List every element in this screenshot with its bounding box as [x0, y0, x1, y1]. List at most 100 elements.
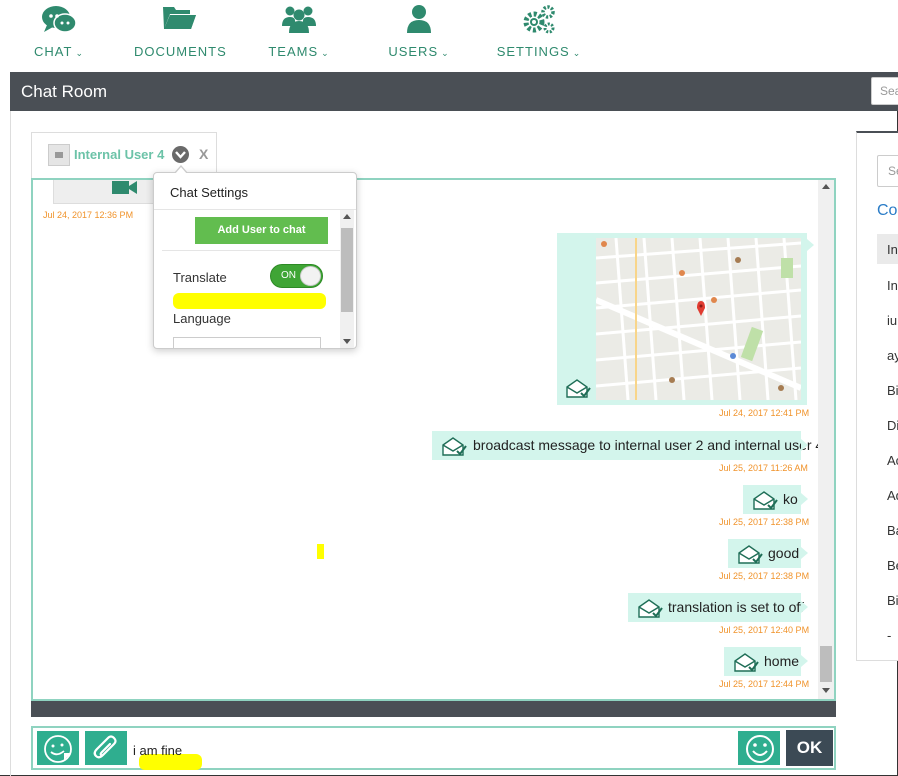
map-thumbnail[interactable]	[596, 238, 801, 400]
chat-footer-bar	[31, 701, 836, 717]
nav-chat-label: CHAT	[34, 44, 73, 59]
scroll-down-arrow[interactable]	[343, 339, 351, 344]
message-bubble[interactable]: ko	[743, 485, 808, 514]
contacts-panel: Se Co In In iu ay Bi Di Ac Ad Ba Be Bi -	[856, 131, 898, 661]
chat-bubbles-icon	[41, 4, 77, 41]
message-bubble[interactable]: broadcast message to internal user 2 and…	[432, 431, 823, 460]
contact-item[interactable]: ay	[877, 340, 898, 370]
envelope-check-icon	[733, 653, 759, 675]
popover-scrollbar[interactable]	[340, 210, 354, 348]
message-composer: OK	[31, 726, 836, 770]
contact-item[interactable]: Ac	[877, 445, 898, 475]
envelope-check-icon	[565, 379, 591, 403]
chevron-down-icon	[175, 151, 186, 159]
message-timestamp: Jul 24, 2017 12:41 PM	[719, 408, 810, 418]
send-button[interactable]: OK	[786, 730, 833, 766]
folder-open-icon	[163, 4, 197, 37]
contact-item[interactable]: Bi	[877, 585, 898, 615]
translate-label: Translate	[173, 270, 227, 285]
scroll-down-arrow[interactable]	[822, 688, 830, 693]
chat-room-header: Chat Room Sea	[10, 72, 898, 111]
nav-chat[interactable]: CHAT ⌄	[22, 0, 96, 72]
nav-teams[interactable]: TEAMS ⌄	[263, 0, 335, 72]
envelope-check-icon	[752, 491, 778, 513]
chat-messages-area[interactable]: Jul 24, 2017 12:36 PM Jul 24, 2017 12:41…	[31, 178, 836, 701]
contact-item[interactable]: Di	[877, 410, 898, 440]
sticker-icon	[44, 735, 72, 763]
message-input[interactable]	[133, 730, 733, 766]
message-text: ko	[783, 491, 798, 507]
scroll-up-arrow[interactable]	[343, 214, 351, 219]
envelope-check-icon	[441, 437, 467, 459]
nav-users[interactable]: USERS ⌄	[385, 0, 453, 72]
chat-settings-toggle[interactable]	[172, 146, 189, 163]
chat-scrollbar[interactable]	[818, 180, 834, 699]
highlight-mark	[317, 544, 324, 559]
popover-title: Chat Settings	[170, 185, 249, 200]
divider	[162, 250, 340, 251]
divider	[10, 111, 11, 776]
nav-settings[interactable]: SETTINGS ⌄	[496, 0, 582, 72]
toggle-knob[interactable]	[300, 266, 321, 286]
nav-documents-label: DOCUMENTS	[134, 44, 227, 59]
message-text: home	[764, 653, 800, 669]
contact-item[interactable]: In	[877, 234, 898, 264]
smiley-icon	[746, 735, 774, 763]
language-label: Language	[173, 311, 231, 326]
scroll-thumb[interactable]	[820, 646, 832, 682]
contact-item[interactable]: Ad	[877, 480, 898, 510]
paperclip-icon	[93, 735, 117, 759]
chevron-down-icon: ⌄	[572, 48, 582, 58]
contact-item[interactable]: Bi	[877, 375, 898, 405]
scroll-up-arrow[interactable]	[822, 184, 830, 189]
message-bubble[interactable]: translation is set to off	[628, 593, 808, 622]
message-bubble[interactable]: home	[724, 647, 808, 676]
nav-documents[interactable]: DOCUMENTS	[134, 0, 226, 72]
message-text: translation is set to off	[668, 599, 804, 615]
team-icon	[282, 4, 316, 39]
divider	[154, 209, 356, 210]
add-user-button[interactable]: Add User to chat	[195, 217, 328, 244]
message-timestamp: Jul 25, 2017 12:44 PM	[719, 679, 810, 689]
message-timestamp: Jul 25, 2017 12:40 PM	[719, 625, 810, 635]
sticker-button[interactable]	[36, 730, 80, 766]
contact-item[interactable]: -	[877, 620, 898, 650]
message-text: broadcast message to internal user 2 and…	[473, 437, 824, 453]
top-navigation: CHAT ⌄ DOCUMENTS TEAMS ⌄ USERS ⌄ SETTINGS ⌄	[0, 0, 898, 72]
close-tab-button[interactable]: X	[199, 146, 208, 162]
message-text: good	[768, 545, 800, 561]
contacts-heading: Co	[877, 202, 898, 219]
language-select[interactable]	[173, 337, 321, 348]
toggle-state-label: ON	[281, 270, 296, 281]
chevron-down-icon: ⌄	[321, 48, 330, 58]
message-timestamp: Jul 25, 2017 11:26 AM	[719, 463, 808, 473]
chevron-down-icon: ⌄	[75, 48, 84, 58]
chat-settings-popover: Chat Settings Add User to chat Translate…	[153, 172, 357, 349]
tab-label: Internal User 4	[74, 147, 165, 162]
scroll-thumb[interactable]	[341, 228, 353, 312]
nav-teams-label: TEAMS	[268, 44, 319, 59]
emoji-button[interactable]	[737, 730, 781, 766]
envelope-check-icon	[637, 599, 663, 621]
message-bubble[interactable]: good	[728, 539, 808, 568]
highlight-mark	[173, 293, 326, 309]
contact-item[interactable]: Ba	[877, 515, 898, 545]
translate-toggle[interactable]: ON	[270, 264, 323, 288]
contacts-search-input[interactable]: Se	[877, 155, 898, 187]
search-input[interactable]: Sea	[871, 77, 898, 105]
attach-button[interactable]	[84, 730, 128, 766]
contact-item[interactable]: Be	[877, 550, 898, 580]
nav-settings-label: SETTINGS	[496, 44, 570, 59]
message-timestamp: Jul 25, 2017 12:38 PM	[719, 517, 810, 527]
user-icon	[406, 4, 432, 39]
gears-icon	[522, 4, 556, 39]
avatar	[48, 144, 70, 166]
contact-item[interactable]: iu	[877, 305, 898, 335]
contact-item[interactable]: In	[877, 270, 898, 300]
video-camera-icon	[112, 180, 138, 201]
message-timestamp: Jul 25, 2017 12:38 PM	[719, 571, 810, 581]
map-message[interactable]	[557, 233, 814, 405]
chevron-down-icon: ⌄	[441, 48, 450, 58]
page-title: Chat Room	[21, 82, 107, 101]
popover-arrow-inner	[175, 167, 187, 174]
